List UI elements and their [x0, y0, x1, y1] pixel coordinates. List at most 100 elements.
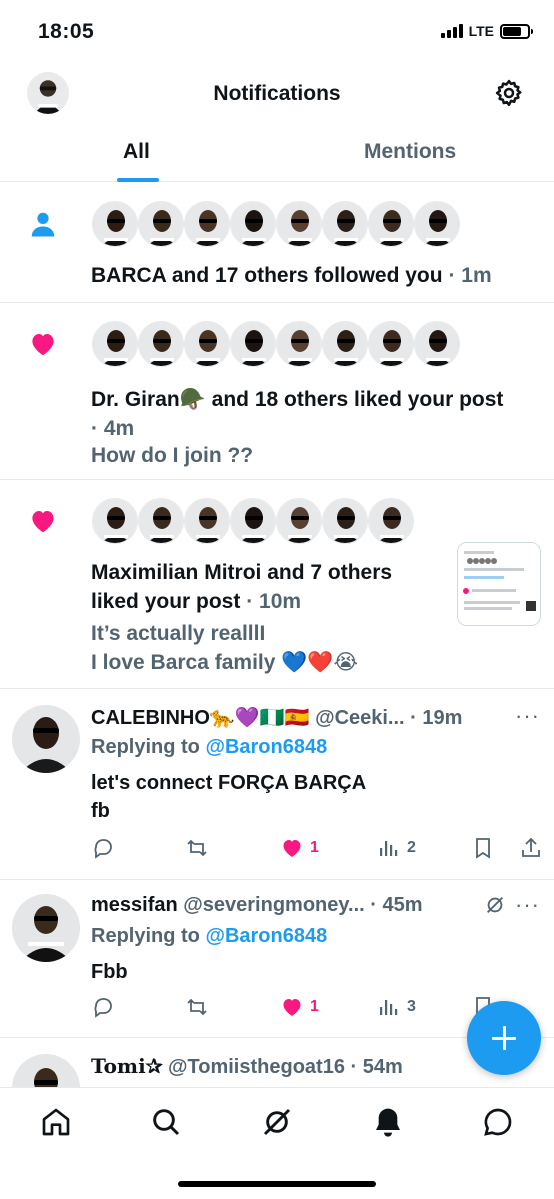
- avatar[interactable]: [184, 201, 230, 247]
- avatar[interactable]: [138, 201, 184, 247]
- notification-text: Dr. Giran🪖 and 18 others liked your post…: [91, 388, 504, 440]
- notification-text: Maximilian Mitroi and 7 others liked you…: [91, 561, 393, 613]
- avatar[interactable]: [414, 201, 460, 247]
- compose-button[interactable]: [467, 1001, 541, 1075]
- avatar[interactable]: [230, 201, 276, 247]
- avatar[interactable]: [92, 321, 138, 367]
- tab-all[interactable]: All: [123, 140, 150, 164]
- mention-link[interactable]: @Baron6848: [205, 736, 327, 758]
- bookmark-button[interactable]: [471, 836, 495, 860]
- views-count: 2: [407, 839, 416, 856]
- avatar[interactable]: [92, 498, 138, 544]
- tweet-actions: 1 2: [91, 836, 541, 866]
- home-icon[interactable]: [40, 1106, 72, 1138]
- signal-icon: [440, 24, 463, 38]
- follower-avatars[interactable]: [92, 201, 460, 247]
- reply-tweet[interactable]: messifan @severingmoney... · 45m ··· Rep…: [0, 880, 554, 1038]
- replying-to: Replying to @Baron6848: [91, 925, 328, 947]
- avatar[interactable]: [184, 498, 230, 544]
- tweet-header: CALEBINHO🐆💜🇳🇬🇪🇸 @Ceeki... · 19m: [91, 707, 463, 729]
- tweet-header: messifan @severingmoney... · 45m: [91, 894, 423, 916]
- bottom-nav: [0, 1087, 554, 1199]
- reply-icon: [94, 998, 112, 1018]
- repost-button[interactable]: [185, 836, 209, 860]
- tweet-body: Fbb: [91, 961, 128, 983]
- liker-avatars[interactable]: [92, 321, 460, 367]
- avatar[interactable]: [368, 201, 414, 247]
- tweet-body: let's connect FORÇA BARÇA fb: [91, 772, 367, 822]
- like-count: 1: [310, 998, 319, 1015]
- views-button[interactable]: 3: [377, 995, 416, 1019]
- bookmark-icon: [476, 838, 490, 859]
- heart-icon: [283, 840, 301, 857]
- views-button[interactable]: 2: [377, 836, 416, 860]
- page-title: Notifications: [213, 82, 341, 105]
- notification-follow[interactable]: BARCA and 17 others followed you · 1m: [0, 183, 554, 303]
- avatar[interactable]: [276, 498, 322, 544]
- tweet-header: Tomi✰ @Tomiisthegoat16 · 54m: [91, 1054, 403, 1078]
- post-preview: It’s actually realllI I love Barca famil…: [91, 622, 359, 674]
- avatar[interactable]: [230, 498, 276, 544]
- avatar[interactable]: [230, 321, 276, 367]
- tab-indicator: [117, 178, 159, 182]
- avatar[interactable]: [138, 498, 184, 544]
- avatar[interactable]: [368, 498, 414, 544]
- avatar[interactable]: [276, 201, 322, 247]
- person-icon: [28, 209, 58, 239]
- network-type: LTE: [468, 23, 494, 39]
- reply-tweet[interactable]: CALEBINHO🐆💜🇳🇬🇪🇸 @Ceeki... · 19m ··· Repl…: [0, 689, 554, 880]
- battery-icon: [500, 23, 533, 39]
- reply-button[interactable]: [91, 995, 115, 1019]
- tab-bar: All Mentions: [0, 122, 554, 182]
- avatar[interactable]: [12, 705, 80, 773]
- avatar[interactable]: [12, 894, 80, 962]
- header: Notifications: [0, 62, 554, 122]
- status-time: 18:05: [38, 20, 95, 43]
- more-options-icon[interactable]: ···: [515, 892, 540, 918]
- avatar[interactable]: [12, 1054, 80, 1087]
- mention-link[interactable]: @Baron6848: [205, 925, 327, 947]
- avatar[interactable]: [322, 321, 368, 367]
- liker-avatars[interactable]: [92, 498, 414, 544]
- avatar[interactable]: [92, 201, 138, 247]
- repost-icon: [187, 839, 207, 857]
- bell-icon[interactable]: [372, 1106, 404, 1138]
- grok-icon[interactable]: [261, 1106, 293, 1138]
- avatar[interactable]: [138, 321, 184, 367]
- avatar[interactable]: [414, 321, 460, 367]
- views-icon: [380, 841, 398, 856]
- avatar[interactable]: [322, 498, 368, 544]
- messages-icon[interactable]: [482, 1106, 514, 1138]
- views-icon: [380, 1000, 398, 1015]
- tab-mentions[interactable]: Mentions: [364, 140, 456, 164]
- like-count: 1: [310, 839, 319, 856]
- notification-like[interactable]: Dr. Giran🪖 and 18 others liked your post…: [0, 303, 554, 480]
- post-preview: How do I join ??: [91, 444, 254, 467]
- like-button[interactable]: 1: [280, 836, 319, 860]
- share-button[interactable]: [519, 836, 543, 860]
- replying-to: Replying to @Baron6848: [91, 736, 328, 758]
- status-bar: 18:05 LTE: [0, 0, 554, 62]
- views-count: 3: [407, 998, 416, 1015]
- heart-icon: [28, 506, 58, 536]
- avatar[interactable]: [368, 321, 414, 367]
- home-indicator: [178, 1181, 376, 1187]
- share-icon: [522, 837, 540, 857]
- repost-button[interactable]: [185, 995, 209, 1019]
- status-indicators: LTE: [440, 23, 533, 39]
- more-options-icon[interactable]: ···: [515, 703, 540, 729]
- notification-text: BARCA and 17 others followed you · 1m: [91, 264, 492, 287]
- avatar[interactable]: [322, 201, 368, 247]
- like-button[interactable]: 1: [280, 995, 319, 1019]
- post-thumbnail[interactable]: [457, 542, 541, 626]
- reply-button[interactable]: [91, 836, 115, 860]
- repost-icon: [187, 998, 207, 1016]
- heart-icon: [28, 329, 58, 359]
- avatar[interactable]: [276, 321, 322, 367]
- reply-icon: [94, 839, 112, 859]
- search-icon[interactable]: [150, 1106, 182, 1138]
- heart-icon: [283, 999, 301, 1016]
- gear-icon[interactable]: [494, 78, 524, 108]
- avatar[interactable]: [184, 321, 230, 367]
- grok-icon[interactable]: [484, 894, 506, 916]
